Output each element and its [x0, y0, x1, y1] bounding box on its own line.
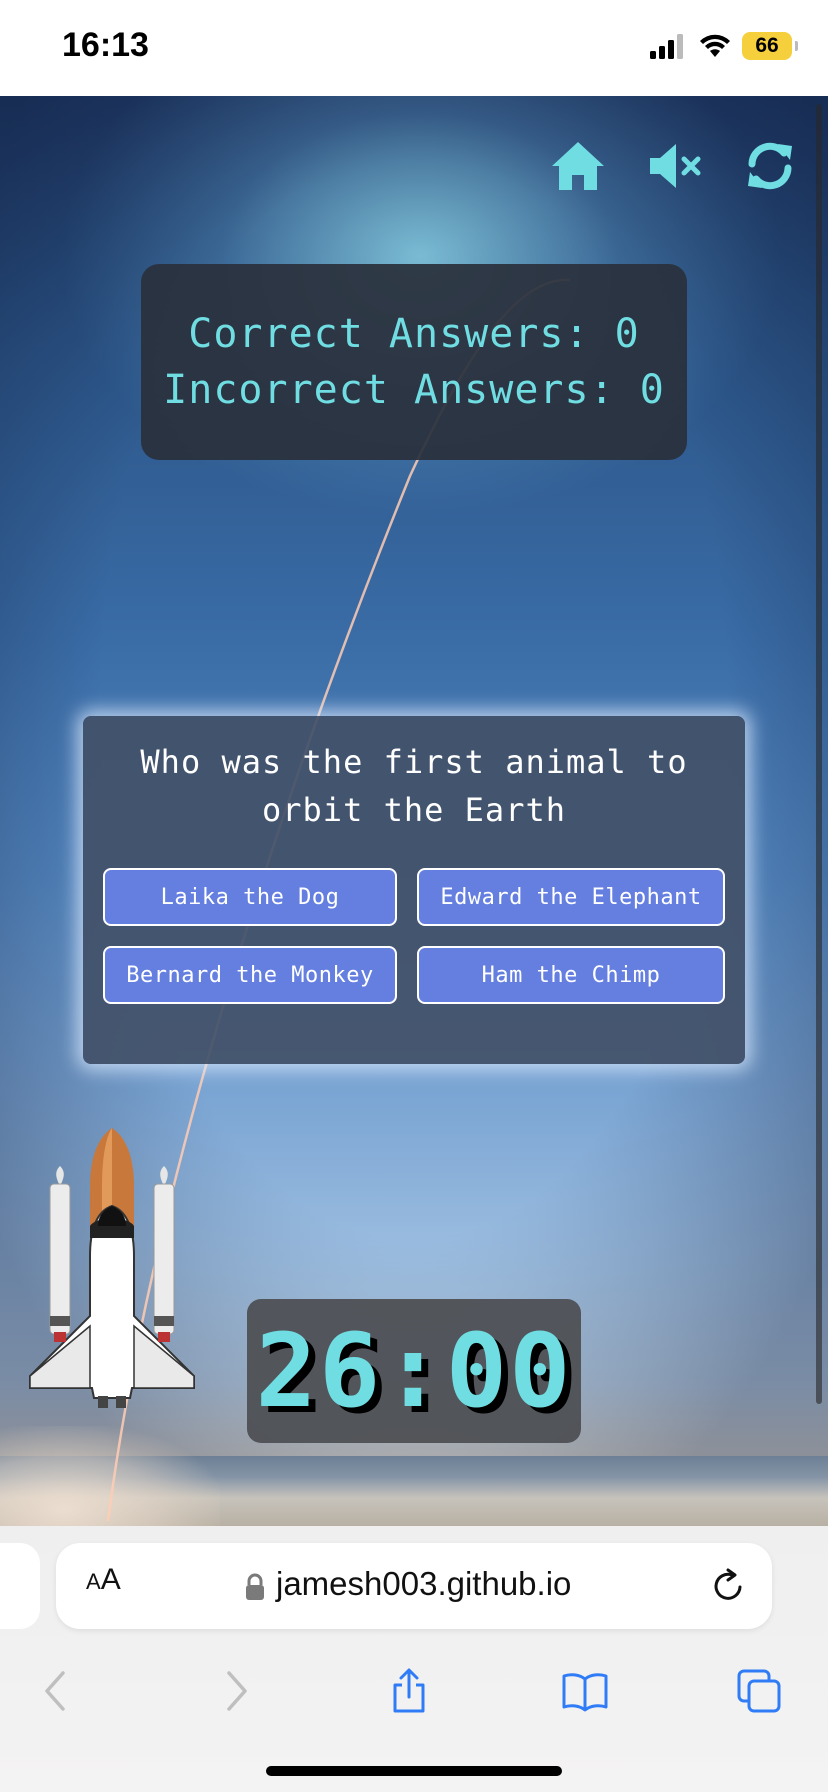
top-controls	[548, 136, 800, 196]
wifi-icon	[700, 34, 730, 57]
answer-button-laika[interactable]: Laika the Dog	[103, 868, 397, 926]
chevron-left-icon	[45, 1671, 65, 1711]
share-button[interactable]	[374, 1656, 444, 1726]
status-bar: 16:13 66	[0, 0, 828, 96]
mute-button[interactable]	[644, 136, 704, 196]
tabs-button[interactable]	[724, 1656, 794, 1726]
share-icon	[393, 1668, 425, 1713]
lock-icon	[246, 1573, 264, 1600]
text-size-button[interactable]: AA	[86, 1563, 121, 1597]
correct-answers-count: Correct Answers: 0	[188, 311, 640, 357]
game-viewport: Correct Answers: 0 Incorrect Answers: 0 …	[0, 96, 828, 1526]
battery-icon: 66	[742, 32, 798, 60]
answer-button-edward[interactable]: Edward the Elephant	[417, 868, 725, 926]
tabs-icon	[737, 1669, 781, 1713]
scrollbar[interactable]	[816, 104, 822, 1404]
open-book-icon	[562, 1673, 608, 1712]
incorrect-answers-count: Incorrect Answers: 0	[163, 367, 665, 413]
status-icons: 66	[648, 32, 798, 60]
address-bar[interactable]: AA jamesh003.github.io	[56, 1543, 772, 1629]
bookmarks-button[interactable]	[550, 1656, 620, 1726]
status-time: 16:13	[62, 26, 149, 64]
battery-level: 66	[755, 34, 779, 57]
reload-icon[interactable]	[710, 1567, 748, 1605]
refresh-icon	[748, 142, 792, 190]
cellular-signal-icon	[650, 34, 683, 59]
question-text: Who was the first animal to orbit the Ea…	[140, 743, 688, 829]
score-panel: Correct Answers: 0 Incorrect Answers: 0	[141, 264, 687, 460]
home-indicator[interactable]	[266, 1766, 562, 1776]
home-button[interactable]	[548, 136, 608, 196]
answer-button-bernard[interactable]: Bernard the Monkey	[103, 946, 397, 1004]
previous-tab-preview[interactable]	[0, 1543, 40, 1629]
back-button[interactable]	[22, 1656, 92, 1726]
text-size-small-glyph: A	[86, 1569, 101, 1594]
browser-toolbar	[0, 1656, 828, 1746]
countdown-timer: 26:00	[247, 1299, 581, 1443]
home-icon	[552, 142, 604, 190]
speaker-muted-icon	[650, 144, 701, 188]
chevron-right-icon	[227, 1671, 247, 1711]
forward-button[interactable]	[200, 1656, 270, 1726]
question-card: Who was the first animal to orbit the Ea…	[83, 716, 745, 1064]
browser-bottom-bar: AA jamesh003.github.io	[0, 1526, 828, 1792]
restart-button[interactable]	[740, 136, 800, 196]
text-size-large-glyph: A	[100, 1563, 121, 1596]
space-shuttle-image	[29, 1128, 195, 1408]
answer-button-ham[interactable]: Ham the Chimp	[417, 946, 725, 1004]
url-text[interactable]: jamesh003.github.io	[276, 1565, 571, 1603]
timer-value: 26:00	[255, 1311, 573, 1431]
